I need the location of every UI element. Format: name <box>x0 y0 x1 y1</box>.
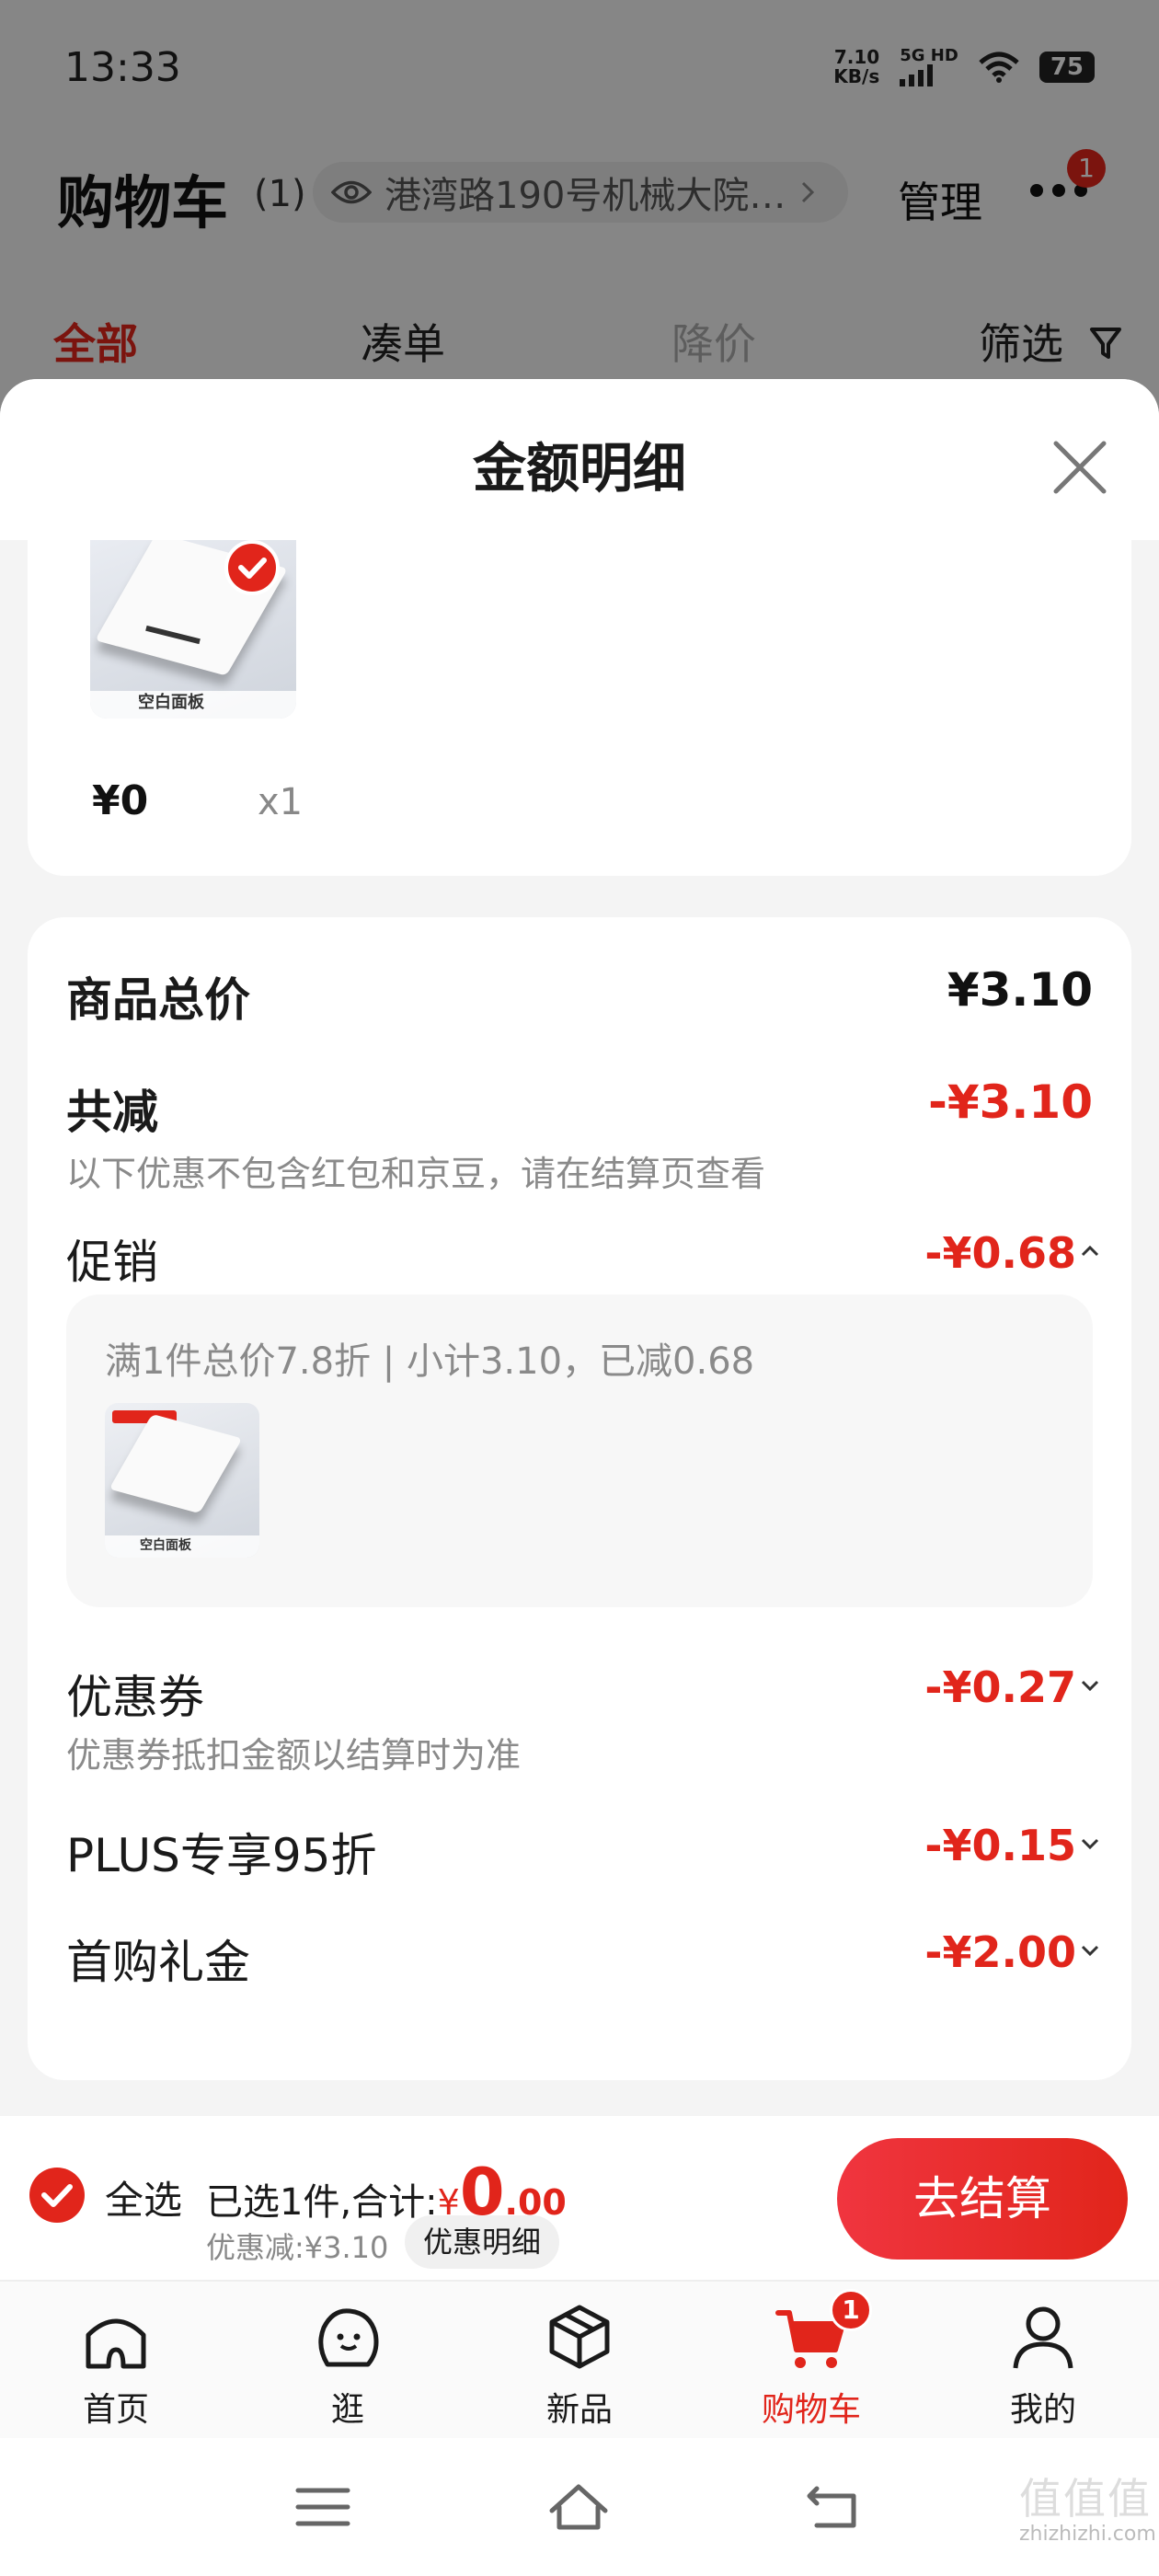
tab-new-products[interactable]: 新品 <box>464 2282 695 2440</box>
reduction-note: 以下优惠不包含红包和京豆，请在结算页查看 <box>66 1154 766 1194</box>
tab-cart-label: 购物车 <box>761 2391 861 2429</box>
first-purchase-gift-label: 首购礼金 <box>66 1936 250 1989</box>
new-product-icon <box>549 2305 610 2369</box>
system-navigation-bar: 值值值 zhizhizhi.com <box>0 2438 1159 2576</box>
profile-icon <box>1013 2306 1073 2369</box>
coupon-note: 优惠券抵扣金额以结算时为准 <box>66 1735 522 1776</box>
chevron-up-icon <box>1081 1245 1099 1257</box>
selected-check-icon <box>224 540 280 595</box>
promo-product-image[interactable]: 空白面板 <box>105 1403 259 1558</box>
watermark-logo: 值值值 <box>1019 2474 1152 2524</box>
home-icon <box>86 2318 146 2369</box>
browse-icon <box>318 2308 379 2367</box>
product-price: ¥0 <box>92 777 149 824</box>
home-nav-icon[interactable] <box>546 2479 611 2535</box>
tab-profile[interactable]: 我的 <box>927 2282 1159 2440</box>
tab-profile-label: 我的 <box>1009 2391 1076 2429</box>
tab-browse[interactable]: 逛 <box>232 2282 464 2440</box>
first-purchase-gift-value: -¥2.00 <box>924 1927 1076 1977</box>
coupon-value: -¥0.27 <box>924 1662 1076 1712</box>
product-image-label: 空白面板 <box>138 693 204 712</box>
tab-cart[interactable]: 1 购物车 <box>695 2282 927 2440</box>
promo-label: 促销 <box>66 1236 158 1289</box>
total-price-value: ¥3.10 <box>947 963 1093 1017</box>
bottom-tab-bar: 首页 逛 新品 1 购物车 我的 <box>0 2280 1159 2438</box>
sheet-title: 金额明细 <box>472 437 686 500</box>
product-card: 空白面板 ¥0 x1 <box>28 540 1131 876</box>
watermark-text: zhizhizhi.com <box>1019 2523 1156 2546</box>
cart-badge: 1 <box>830 2289 872 2331</box>
total-price-label: 商品总价 <box>66 973 250 1027</box>
menu-icon[interactable] <box>291 2479 355 2535</box>
chevron-down-icon <box>1081 1945 1099 1957</box>
checkout-button[interactable]: 去结算 <box>837 2138 1128 2260</box>
promo-detail-text: 满1件总价7.8折 | 小计3.10，已减0.68 <box>105 1340 755 1383</box>
promo-value: -¥0.68 <box>924 1228 1076 1278</box>
product-image[interactable]: 空白面板 <box>90 540 296 719</box>
total-reduction-label: 共减 <box>66 1086 158 1139</box>
chevron-down-icon <box>1081 1838 1099 1850</box>
close-icon[interactable] <box>1047 434 1113 500</box>
back-icon[interactable] <box>802 2479 866 2535</box>
plus-discount-label: PLUS专享95折 <box>66 1829 377 1882</box>
total-reduction-value: -¥3.10 <box>928 1075 1093 1129</box>
chevron-down-icon <box>1081 1680 1099 1692</box>
select-all-label[interactable]: 全选 <box>105 2169 182 2225</box>
price-breakdown-card: 商品总价 ¥3.10 共减 -¥3.10 以下优惠不包含红包和京豆，请在结算页查… <box>28 917 1131 2080</box>
coupon-label: 优惠券 <box>66 1671 204 1724</box>
tab-home[interactable]: 首页 <box>0 2282 232 2440</box>
checkout-bar: 全选 已选1件,合计:¥0.00 优惠减:¥3.10 优惠明细 去结算 <box>0 2116 1159 2280</box>
tab-browse-label: 逛 <box>330 2391 364 2429</box>
discount-summary: 优惠减:¥3.10 <box>206 2230 389 2265</box>
promo-product-image-label: 空白面板 <box>140 1538 191 1553</box>
plus-discount-value: -¥0.15 <box>924 1821 1076 1870</box>
discount-detail-button[interactable]: 优惠明细 <box>405 2215 560 2269</box>
select-all-checkbox[interactable] <box>29 2168 85 2223</box>
tab-home-label: 首页 <box>82 2391 149 2429</box>
tab-new-products-label: 新品 <box>545 2391 613 2429</box>
promo-detail-box: 满1件总价7.8折 | 小计3.10，已减0.68 空白面板 <box>66 1294 1093 1607</box>
product-quantity: x1 <box>258 781 304 823</box>
amount-detail-sheet: 金额明细 空白面板 ¥0 x1 商品总价 ¥3.10 共减 -¥3.10 以下优… <box>0 379 1159 2116</box>
sheet-header: 金额明细 <box>0 379 1159 540</box>
